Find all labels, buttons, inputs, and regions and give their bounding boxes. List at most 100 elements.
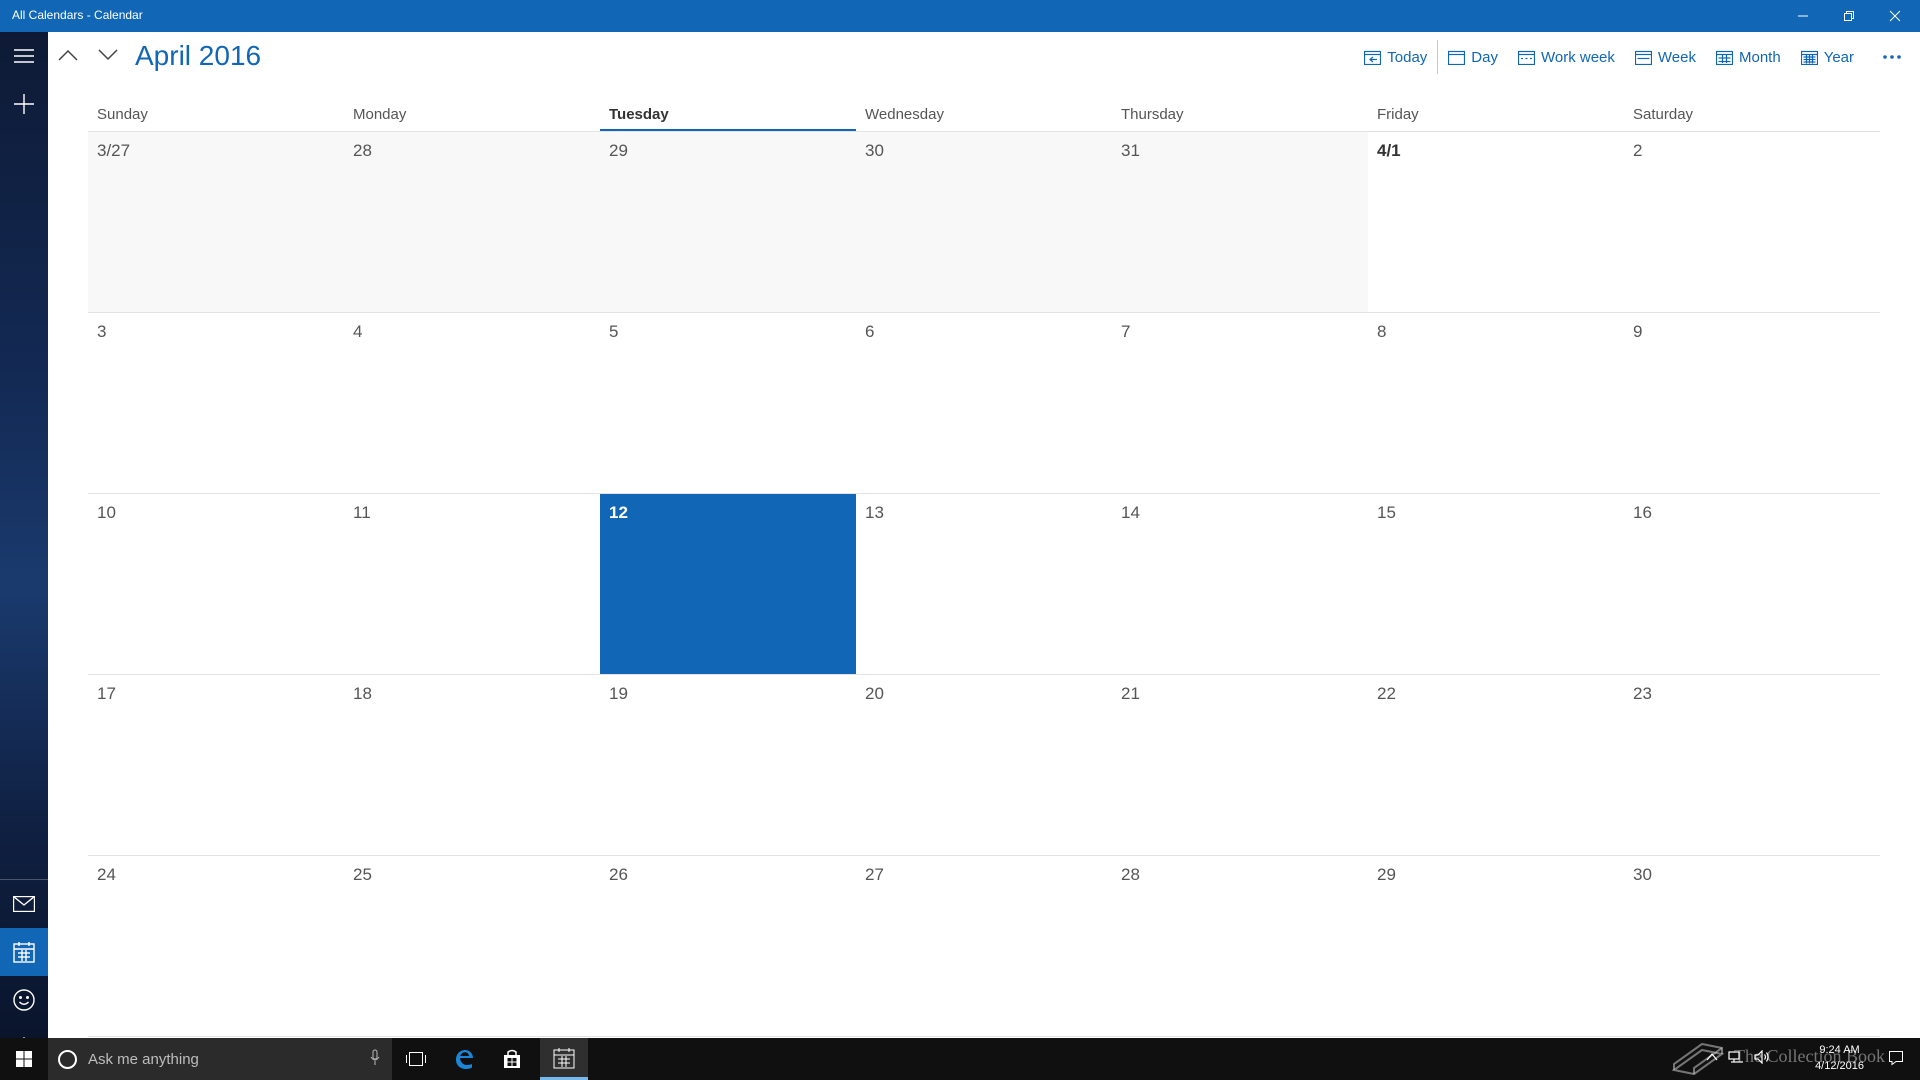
month-view-button[interactable]: Month bbox=[1706, 40, 1791, 74]
day-number: 12 bbox=[609, 503, 628, 522]
day-number: 28 bbox=[1121, 865, 1140, 884]
day-cell[interactable]: 4 bbox=[344, 313, 600, 494]
day-label: Day bbox=[1471, 48, 1498, 66]
weekday-friday: Friday bbox=[1377, 106, 1419, 123]
restore-button[interactable] bbox=[1826, 0, 1872, 32]
close-button[interactable] bbox=[1872, 0, 1918, 32]
start-button[interactable] bbox=[0, 1038, 48, 1080]
chevron-up-tray-icon[interactable] bbox=[1706, 1050, 1718, 1064]
today-button[interactable]: Today bbox=[1354, 40, 1437, 74]
day-cell[interactable]: 3/27 bbox=[88, 132, 344, 313]
day-number: 9 bbox=[1633, 322, 1643, 341]
weekday-thursday: Thursday bbox=[1121, 106, 1184, 123]
weekday-header: Sunday Monday Tuesday Wednesday Thursday Frid… bbox=[88, 104, 1880, 132]
day-cell[interactable]: 17 bbox=[88, 675, 344, 856]
calendar-app-taskbar-button[interactable] bbox=[540, 1038, 588, 1080]
task-view-button[interactable] bbox=[392, 1038, 440, 1080]
day-number: 29 bbox=[1377, 865, 1396, 884]
day-cell[interactable]: 31 bbox=[1112, 132, 1368, 313]
week-calendar-icon bbox=[1634, 50, 1652, 65]
day-cell[interactable]: 27 bbox=[856, 856, 1112, 1037]
day-cell[interactable]: 13 bbox=[856, 494, 1112, 675]
chevron-down-icon bbox=[98, 49, 118, 61]
year-calendar-icon bbox=[1800, 50, 1818, 65]
weekday-monday: Monday bbox=[353, 106, 407, 123]
mail-button[interactable] bbox=[0, 880, 48, 928]
hamburger-menu-button[interactable] bbox=[0, 32, 48, 80]
hamburger-icon bbox=[14, 49, 34, 63]
day-cell[interactable]: 14 bbox=[1112, 494, 1368, 675]
day-cell[interactable]: 15 bbox=[1368, 494, 1624, 675]
day-cell[interactable]: 16 bbox=[1624, 494, 1880, 675]
day-cell[interactable]: 2 bbox=[1624, 132, 1880, 313]
day-cell[interactable]: 28 bbox=[344, 132, 600, 313]
cortana-search-box[interactable]: Ask me anything bbox=[48, 1038, 392, 1080]
day-cell[interactable]: 8 bbox=[1368, 313, 1624, 494]
day-cell[interactable]: 26 bbox=[600, 856, 856, 1037]
search-placeholder: Ask me anything bbox=[88, 1051, 199, 1068]
day-cell[interactable]: 20 bbox=[856, 675, 1112, 856]
more-options-button[interactable] bbox=[1864, 40, 1920, 74]
day-cell[interactable]: 30 bbox=[1624, 856, 1880, 1037]
day-cell[interactable]: 21 bbox=[1112, 675, 1368, 856]
day-cell[interactable]: 23 bbox=[1624, 675, 1880, 856]
day-cell[interactable]: 24 bbox=[88, 856, 344, 1037]
edge-browser-button[interactable] bbox=[440, 1038, 488, 1080]
day-cell[interactable]: 12 bbox=[600, 494, 856, 675]
new-event-button[interactable] bbox=[0, 80, 48, 128]
feedback-button[interactable] bbox=[0, 976, 48, 1024]
day-cell[interactable]: 29 bbox=[1368, 856, 1624, 1037]
day-number: 3/27 bbox=[97, 141, 131, 160]
cortana-icon bbox=[58, 1050, 77, 1069]
action-center-button[interactable] bbox=[1888, 1050, 1904, 1071]
day-cell[interactable]: 11 bbox=[344, 494, 600, 675]
month-title[interactable]: April 2016 bbox=[135, 40, 261, 72]
day-cell[interactable]: 9 bbox=[1624, 313, 1880, 494]
day-cell[interactable]: 3 bbox=[88, 313, 344, 494]
day-number: 15 bbox=[1377, 503, 1396, 522]
work-week-view-button[interactable]: Work week bbox=[1508, 40, 1625, 74]
day-cell[interactable]: 4/1 bbox=[1368, 132, 1624, 313]
month-calendar-icon bbox=[1715, 50, 1733, 65]
day-number: 2 bbox=[1633, 141, 1643, 160]
day-cell[interactable]: 18 bbox=[344, 675, 600, 856]
ellipsis-icon bbox=[1883, 55, 1901, 59]
left-rail bbox=[0, 32, 48, 1059]
day-number: 22 bbox=[1377, 684, 1396, 703]
day-cell[interactable]: 7 bbox=[1112, 313, 1368, 494]
network-icon[interactable] bbox=[1728, 1050, 1744, 1064]
previous-month-button[interactable] bbox=[52, 40, 84, 70]
day-number: 30 bbox=[1633, 865, 1652, 884]
day-number: 16 bbox=[1633, 503, 1652, 522]
day-cell[interactable]: 29 bbox=[600, 132, 856, 313]
day-number: 27 bbox=[865, 865, 884, 884]
day-cell[interactable]: 28 bbox=[1112, 856, 1368, 1037]
calendar-button[interactable] bbox=[0, 928, 48, 976]
next-month-button[interactable] bbox=[92, 40, 124, 70]
day-cell[interactable]: 6 bbox=[856, 313, 1112, 494]
minimize-button[interactable] bbox=[1780, 0, 1826, 32]
day-cell[interactable]: 10 bbox=[88, 494, 344, 675]
edge-icon bbox=[456, 1050, 473, 1069]
day-cell[interactable]: 25 bbox=[344, 856, 600, 1037]
day-view-button[interactable]: Day bbox=[1438, 40, 1508, 74]
microphone-icon[interactable] bbox=[370, 1049, 380, 1067]
day-cell[interactable]: 30 bbox=[856, 132, 1112, 313]
week-view-button[interactable]: Week bbox=[1625, 40, 1706, 74]
day-number: 4 bbox=[353, 322, 363, 341]
store-button[interactable] bbox=[488, 1038, 536, 1080]
day-number: 25 bbox=[353, 865, 372, 884]
volume-icon[interactable] bbox=[1754, 1050, 1770, 1064]
day-cell[interactable]: 5 bbox=[600, 313, 856, 494]
day-cell[interactable]: 22 bbox=[1368, 675, 1624, 856]
minimize-icon bbox=[1798, 15, 1808, 17]
day-number: 13 bbox=[865, 503, 884, 522]
notification-icon bbox=[1889, 1051, 1903, 1066]
day-number: 21 bbox=[1121, 684, 1140, 703]
chevron-up-icon bbox=[58, 49, 78, 61]
year-view-button[interactable]: Year bbox=[1791, 40, 1864, 74]
today-label: Today bbox=[1387, 48, 1428, 66]
weekday-tuesday: Tuesday bbox=[600, 104, 856, 132]
clock[interactable]: 9:24 AM 4/12/2016 bbox=[1815, 1042, 1864, 1074]
day-cell[interactable]: 19 bbox=[600, 675, 856, 856]
